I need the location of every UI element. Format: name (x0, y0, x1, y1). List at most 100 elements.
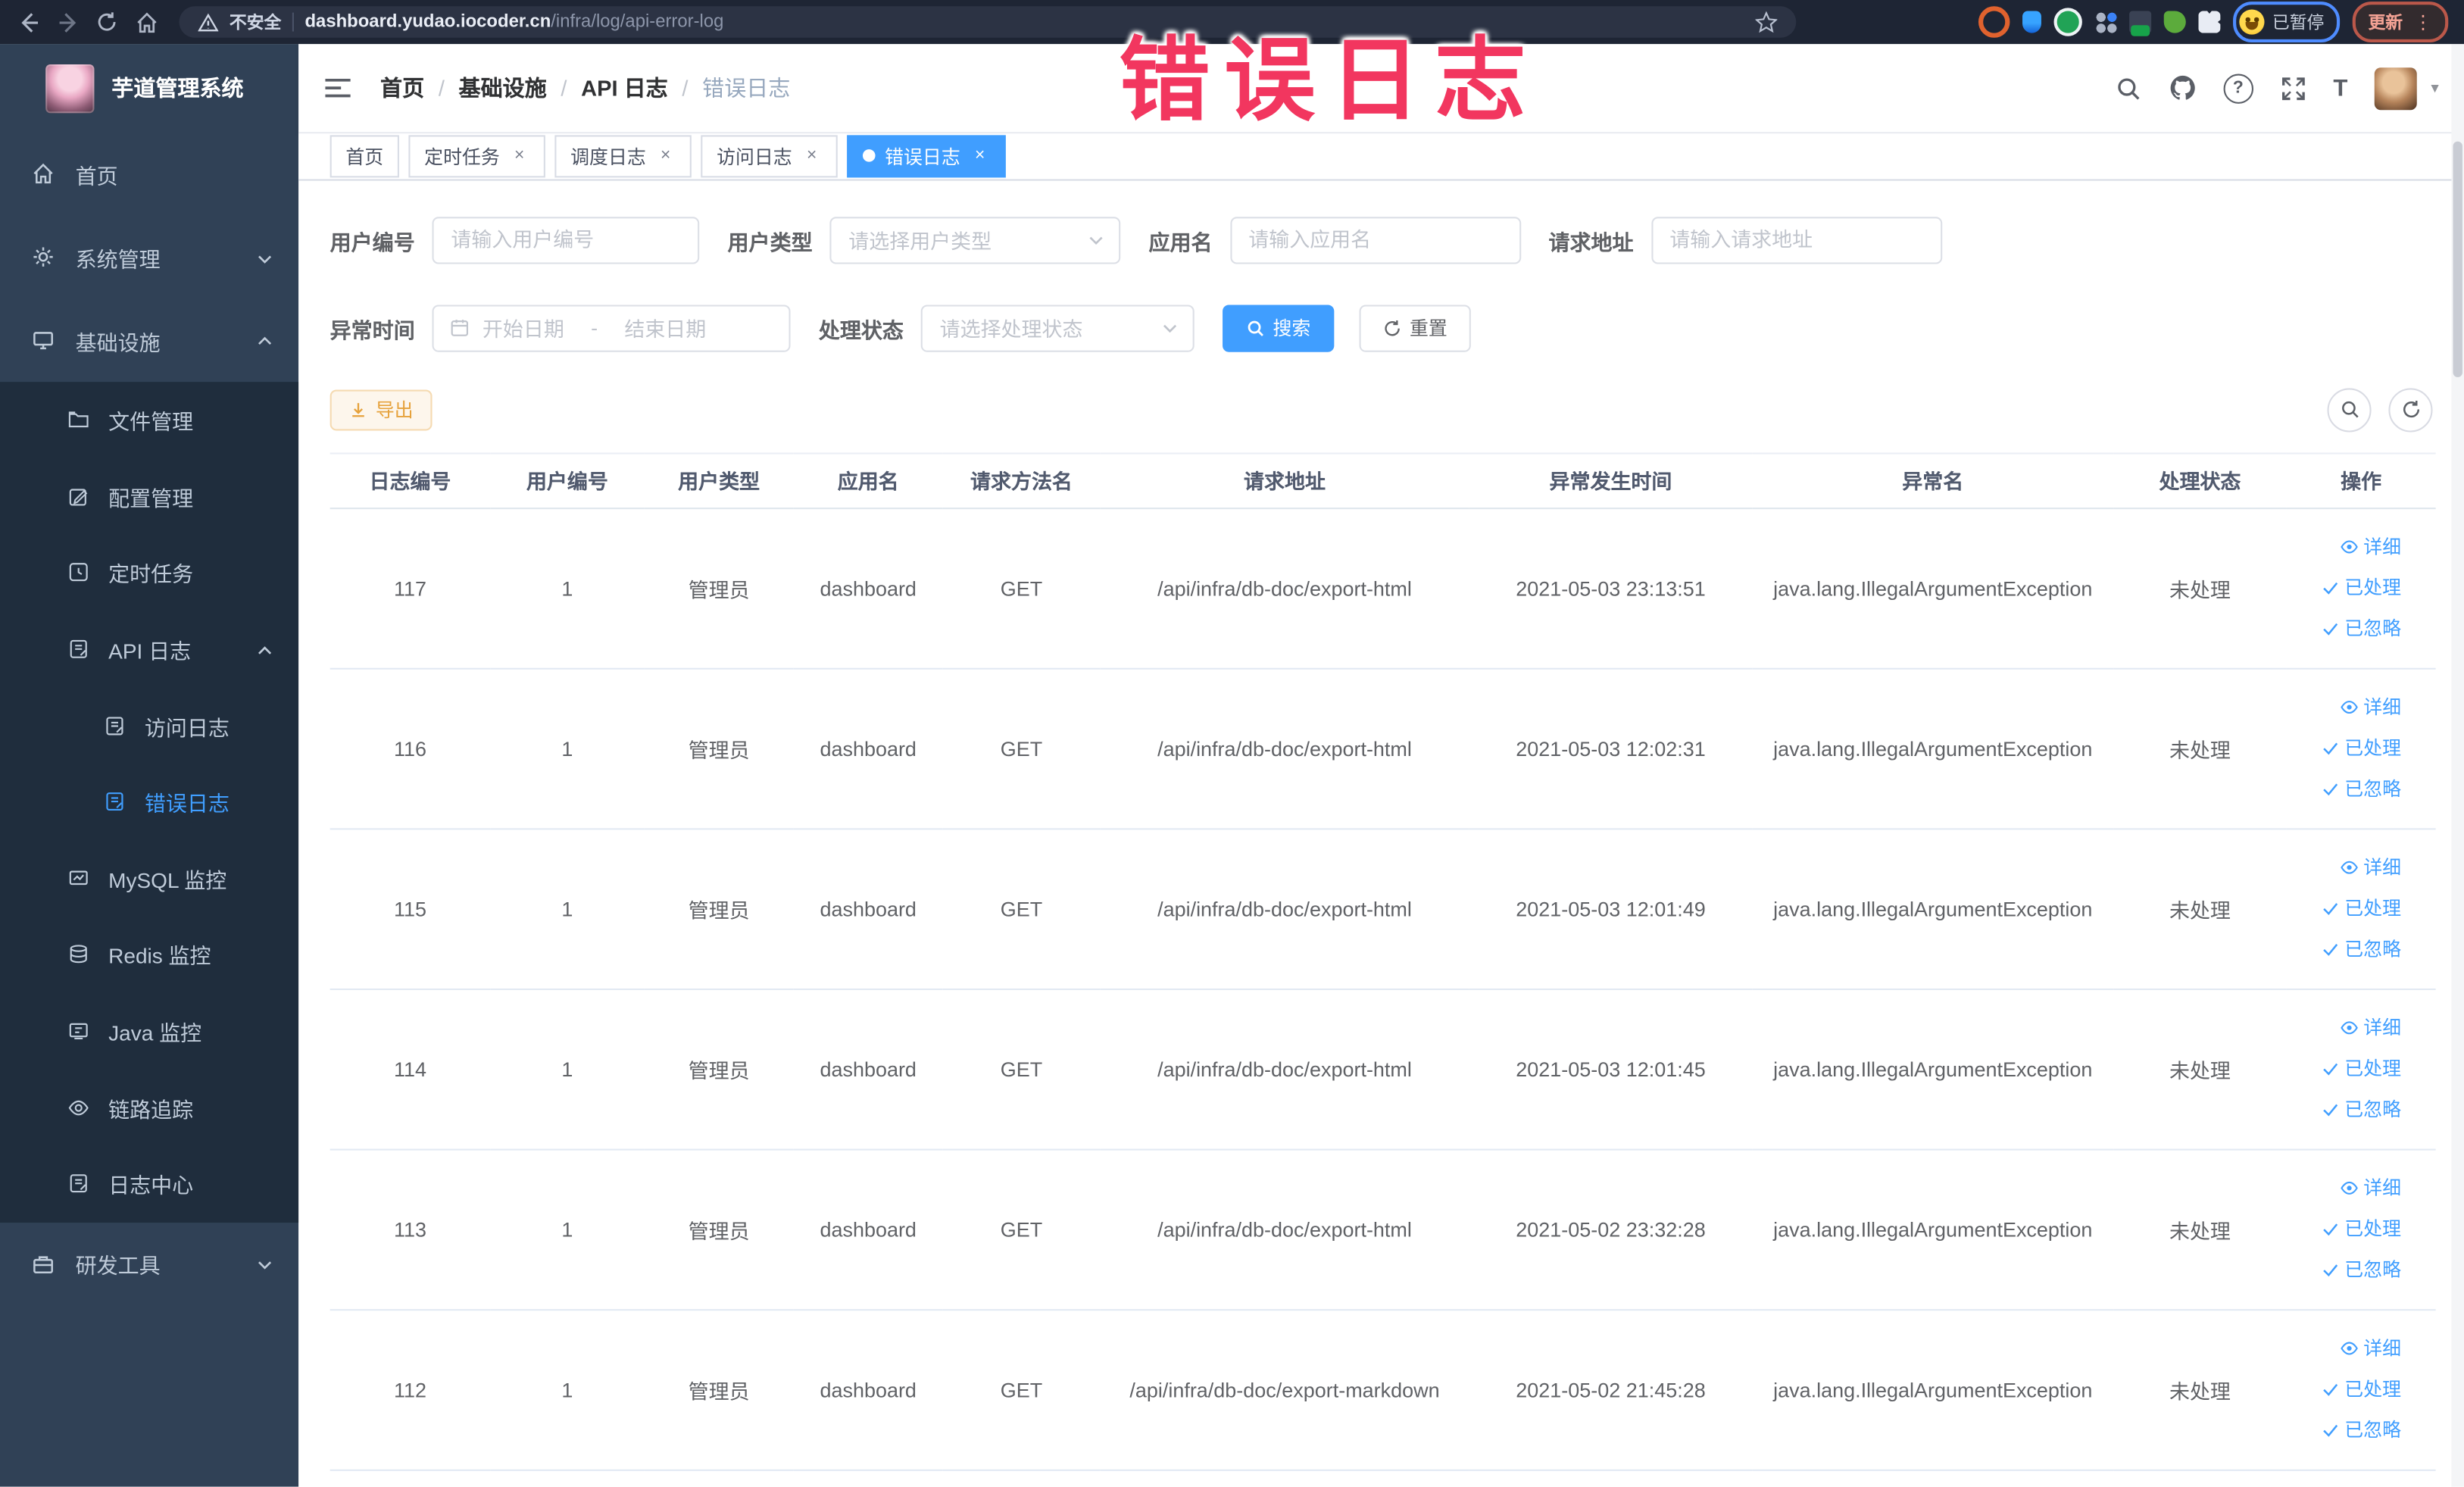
table-toolbar-right (2327, 387, 2433, 432)
search-icon[interactable] (2115, 75, 2141, 102)
user-menu-caret-icon[interactable]: ▾ (2431, 80, 2438, 97)
mark-processed-link[interactable]: 已处理 (2287, 728, 2401, 769)
scrollbar-thumb[interactable] (2453, 141, 2462, 377)
detail-link[interactable]: 详细 (2287, 1328, 2401, 1369)
process-status-select[interactable]: 请选择处理状态 (920, 304, 1195, 351)
sidebar-item-infrastructure[interactable]: 基础设施 (0, 298, 298, 382)
detail-link[interactable]: 详细 (2287, 687, 2401, 728)
address-divider (292, 12, 294, 32)
sidebar-item-scheduled-jobs[interactable]: 定时任务 (0, 535, 298, 611)
mark-ignored-link[interactable]: 已忽略 (2287, 608, 2401, 649)
detail-link[interactable]: 详细 (2287, 526, 2401, 567)
reset-button[interactable]: 重置 (1359, 304, 1471, 351)
extension-icon-green[interactable] (2053, 8, 2082, 36)
row-actions: 详细 已处理 已忽略 (2286, 988, 2436, 1150)
home-icon[interactable] (133, 9, 158, 34)
mark-ignored-link[interactable]: 已忽略 (2287, 929, 2401, 970)
extension-icon-blue[interactable] (2022, 11, 2041, 33)
mark-processed-link[interactable]: 已处理 (2287, 1048, 2401, 1089)
reload-icon[interactable] (94, 9, 119, 34)
close-icon[interactable]: × (801, 145, 822, 166)
breadcrumb-api-log[interactable]: API 日志 (581, 72, 668, 103)
extension-icon-switch[interactable] (2129, 11, 2152, 36)
mark-processed-link[interactable]: 已处理 (2287, 888, 2401, 929)
row-actions: 详细 已处理 已忽略 (2286, 828, 2436, 989)
mark-ignored-link[interactable]: 已忽略 (2287, 1410, 2401, 1451)
breadcrumb-infrastructure[interactable]: 基础设施 (459, 72, 547, 103)
sidebar-item-java-monitor[interactable]: Java 监控 (0, 993, 298, 1070)
detail-link[interactable]: 详细 (2287, 1007, 2401, 1048)
sidebar-item-redis-monitor[interactable]: Redis 监控 (0, 917, 298, 993)
extension-icon-orange[interactable] (1978, 6, 2010, 38)
tab-access-log[interactable]: 访问日志 × (701, 134, 838, 177)
sidebar-collapse-icon[interactable] (323, 74, 351, 102)
sidebar-item-home[interactable]: 首页 (0, 132, 298, 215)
mark-ignored-link[interactable]: 已忽略 (2287, 1089, 2401, 1130)
tab-schedule-log[interactable]: 调度日志 × (554, 134, 692, 177)
start-date-placeholder[interactable]: 开始日期 (482, 313, 564, 342)
sidebar-item-access-log[interactable]: 访问日志 (0, 687, 298, 764)
mark-ignored-link[interactable]: 已忽略 (2287, 1249, 2401, 1290)
check-icon (2323, 1264, 2338, 1277)
log-document-icon (70, 1174, 87, 1193)
detail-link[interactable]: 详细 (2287, 847, 2401, 888)
table-row: 117 1 管理员 dashboard GET /api/infra/db-do… (329, 508, 2436, 669)
user-type-select[interactable]: 请选择用户类型 (829, 216, 1121, 264)
app-title: 芋道管理系统 (111, 75, 244, 101)
fullscreen-icon[interactable] (2280, 75, 2306, 102)
sidebar-item-trace[interactable]: 链路追踪 (0, 1069, 298, 1145)
search-button[interactable]: 搜索 (1223, 304, 1335, 351)
sidebar-item-config-mgmt[interactable]: 配置管理 (0, 458, 298, 535)
sidebar-item-file-mgmt[interactable]: 文件管理 (0, 382, 298, 458)
sidebar-item-dev-tools[interactable]: 研发工具 (0, 1222, 298, 1305)
sidebar-item-mysql-monitor[interactable]: MySQL 监控 (0, 840, 298, 917)
check-icon (2323, 1424, 2338, 1437)
help-icon[interactable]: ? (2223, 73, 2253, 103)
end-date-placeholder[interactable]: 结束日期 (624, 313, 706, 342)
bookmark-star-icon[interactable] (1755, 8, 1778, 36)
check-icon (2323, 944, 2338, 956)
close-icon[interactable]: × (970, 145, 990, 166)
request-url-input[interactable] (1650, 216, 1942, 264)
status-badge: 未处理 (2113, 1309, 2287, 1470)
refresh-table-button[interactable] (2388, 387, 2433, 432)
java-monitor-icon (69, 1023, 88, 1040)
calendar-icon (451, 320, 469, 336)
close-icon[interactable]: × (655, 145, 676, 166)
mark-processed-link[interactable]: 已处理 (2287, 567, 2401, 608)
scrollbar-track[interactable] (2451, 44, 2464, 1487)
app-name-input[interactable] (1229, 216, 1521, 264)
back-icon[interactable] (16, 9, 41, 34)
extension-icon-leaf[interactable] (2163, 11, 2186, 33)
mark-processed-link[interactable]: 已处理 (2287, 1369, 2401, 1410)
url-text[interactable]: dashboard.yudao.iocoder.cn/infra/log/api… (304, 13, 723, 32)
toggle-search-button[interactable] (2327, 387, 2372, 432)
app-logo-row[interactable]: 芋道管理系统 (0, 44, 298, 132)
font-size-icon[interactable]: T (2333, 75, 2347, 102)
detail-link[interactable]: 详细 (2287, 1167, 2401, 1208)
mark-ignored-link[interactable]: 已忽略 (2287, 768, 2401, 809)
export-button[interactable]: 导出 (329, 389, 433, 430)
forward-icon[interactable] (55, 9, 80, 34)
github-icon[interactable] (2169, 74, 2197, 102)
security-label[interactable]: 不安全 (230, 9, 281, 34)
address-bar[interactable]: 不安全 dashboard.yudao.iocoder.cn/infra/log… (179, 6, 1797, 38)
tab-home[interactable]: 首页 (329, 134, 399, 177)
tab-scheduled-jobs[interactable]: 定时任务 × (408, 134, 545, 177)
extension-icon-grid[interactable] (2094, 11, 2117, 33)
sidebar-item-error-log[interactable]: 错误日志 (0, 764, 298, 840)
user-id-input[interactable] (432, 216, 700, 264)
exception-time-range-picker[interactable]: 开始日期 - 结束日期 (432, 304, 791, 351)
sidebar-item-api-log[interactable]: API 日志 (0, 611, 298, 688)
user-avatar[interactable] (2374, 67, 2417, 110)
browser-menu-icon[interactable]: ⋮ (2414, 13, 2433, 32)
breadcrumb-home[interactable]: 首页 (380, 72, 424, 103)
extensions-puzzle-icon[interactable] (2198, 11, 2221, 33)
browser-update-button[interactable]: 更新 ⋮ (2352, 2, 2449, 43)
sidebar-item-system-mgmt[interactable]: 系统管理 (0, 215, 298, 298)
tab-error-log[interactable]: 错误日志 × (847, 134, 1006, 177)
close-icon[interactable]: × (509, 145, 529, 166)
browser-profile-badge[interactable]: 已暂停 (2233, 2, 2341, 43)
sidebar-item-log-center[interactable]: 日志中心 (0, 1145, 298, 1222)
mark-processed-link[interactable]: 已处理 (2287, 1208, 2401, 1249)
